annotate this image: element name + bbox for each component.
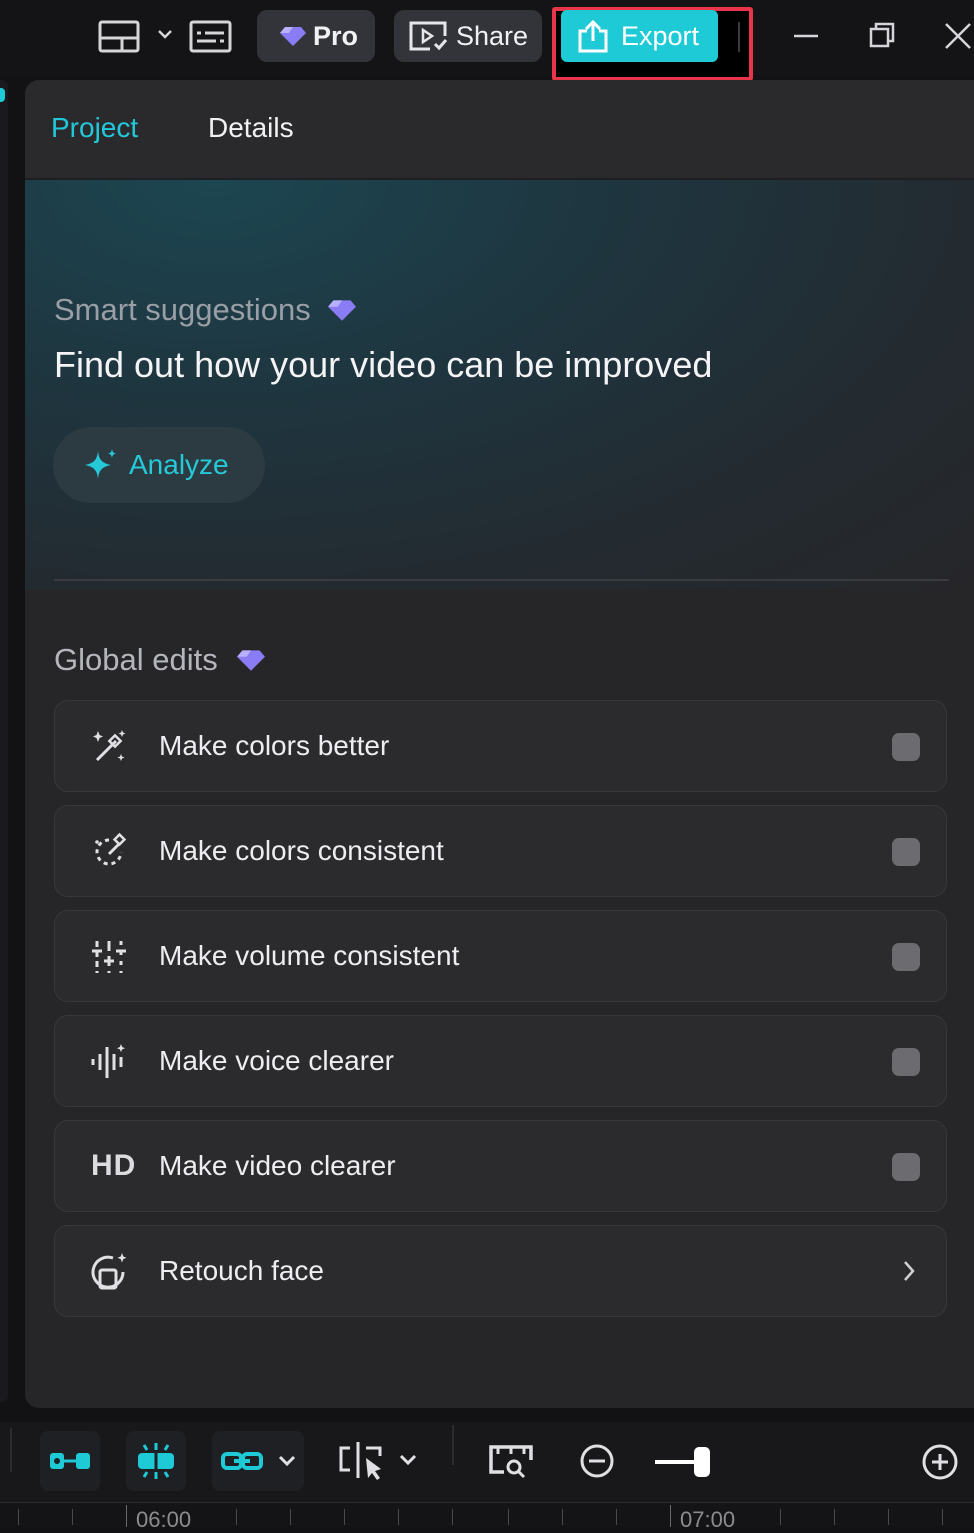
link-icon — [221, 1452, 263, 1470]
analyze-label: Analyze — [129, 449, 229, 480]
toggle-colors-consistent[interactable] — [892, 838, 920, 866]
left-panel-edge — [0, 80, 8, 1402]
edit-label: Make volume consistent — [159, 940, 460, 971]
ruler-tick — [780, 1509, 781, 1525]
ruler-tick — [616, 1509, 617, 1525]
export-button[interactable]: Export — [561, 10, 718, 62]
snap-icon — [138, 1443, 174, 1479]
zoom-in-icon[interactable] — [920, 1442, 960, 1482]
left-panel-indicator — [0, 88, 5, 102]
linkage-button[interactable] — [212, 1431, 304, 1491]
global-edits-heading: Global edits — [54, 642, 266, 678]
select-tool-icon[interactable] — [338, 1440, 384, 1484]
ruler-tick — [834, 1509, 835, 1525]
section-divider — [54, 579, 949, 581]
tab-details[interactable]: Details — [208, 112, 294, 144]
zoom-out-icon[interactable] — [578, 1442, 616, 1480]
edit-row-retouch-face[interactable]: Retouch face — [54, 1225, 947, 1317]
toolbar-separator — [452, 1425, 454, 1465]
toggle-voice-clearer[interactable] — [892, 1048, 920, 1076]
edit-label: Make colors consistent — [159, 835, 444, 866]
edit-row-video-clearer[interactable]: HD Make video clearer — [54, 1120, 947, 1212]
toolbar-separator — [10, 1428, 12, 1472]
captions-icon[interactable] — [189, 20, 232, 53]
chevron-right-icon — [904, 1261, 915, 1281]
color-match-icon — [95, 832, 127, 866]
ruler-tick — [72, 1509, 73, 1525]
tab-project[interactable]: Project — [51, 112, 138, 144]
zoom-slider[interactable] — [652, 1444, 714, 1480]
diamond-icon — [280, 27, 306, 46]
minimize-icon[interactable] — [786, 16, 826, 56]
ruler-tick — [344, 1509, 345, 1525]
ruler-tick — [670, 1505, 671, 1527]
toggle-colors-better[interactable] — [892, 733, 920, 761]
chevron-down-icon[interactable] — [156, 26, 174, 42]
sliders-icon — [92, 941, 126, 973]
toggle-volume-consistent[interactable] — [892, 943, 920, 971]
pro-label: Pro — [313, 20, 359, 51]
ruler-tick — [452, 1509, 453, 1525]
voice-wave-icon — [91, 1044, 125, 1078]
magnet-link-icon — [50, 1453, 90, 1469]
timeline-ruler[interactable]: 06:00 07:00 — [0, 1502, 974, 1532]
chevron-down-icon[interactable] — [278, 1454, 296, 1468]
edit-label: Make voice clearer — [159, 1045, 394, 1076]
diamond-icon — [236, 650, 265, 671]
edit-row-colors-better[interactable]: Make colors better — [54, 700, 947, 792]
ruler-tick — [888, 1509, 889, 1525]
ruler-label: 07:00 — [680, 1507, 736, 1532]
ruler-tick — [126, 1505, 127, 1527]
preview-zoom-icon[interactable] — [488, 1444, 534, 1480]
panel-tabs: Project Details — [25, 80, 974, 180]
share-label: Share — [456, 20, 529, 51]
ruler-tick — [562, 1509, 563, 1525]
chevron-down-icon[interactable] — [398, 1452, 418, 1468]
ruler-tick — [236, 1509, 237, 1525]
export-label: Export — [621, 20, 700, 51]
project-panel: Project Details Smart suggestions Find o… — [25, 80, 974, 1408]
ruler-tick — [18, 1509, 19, 1525]
layout-icon[interactable] — [98, 20, 140, 53]
smart-suggestions-heading: Smart suggestions — [54, 292, 357, 328]
smart-suggestions-subtitle: Find out how your video can be improved — [54, 344, 713, 385]
hd-icon: HD — [91, 1149, 137, 1182]
ruler-tick — [942, 1509, 943, 1525]
upload-icon — [578, 19, 608, 53]
title-bar: Pro Share Export — [0, 0, 974, 81]
ruler-label: 06:00 — [136, 1507, 192, 1532]
ruler-tick — [290, 1509, 291, 1525]
edit-label: Make video clearer — [159, 1150, 396, 1181]
share-button[interactable]: Share — [394, 10, 542, 62]
edit-row-voice-clearer[interactable]: Make voice clearer — [54, 1015, 947, 1107]
main-track-magnet-button[interactable] — [40, 1431, 100, 1491]
share-screen-icon — [409, 21, 448, 51]
edit-row-colors-consistent[interactable]: Make colors consistent — [54, 805, 947, 897]
restore-icon[interactable] — [862, 16, 902, 56]
edit-label: Make colors better — [159, 730, 390, 761]
face-retouch-icon — [91, 1253, 127, 1290]
global-edits-title: Global edits — [54, 642, 218, 677]
edit-row-volume-consistent[interactable]: Make volume consistent — [54, 910, 947, 1002]
pro-button[interactable]: Pro — [257, 10, 375, 62]
smart-suggestions-title: Smart suggestions — [54, 292, 311, 327]
ruler-tick — [508, 1509, 509, 1525]
analyze-button[interactable]: Analyze — [53, 427, 265, 503]
edit-label: Retouch face — [159, 1255, 324, 1286]
diamond-icon — [327, 300, 356, 321]
sparkle-icon — [85, 449, 116, 479]
toolbar-divider — [738, 22, 740, 52]
magic-wand-icon — [93, 730, 126, 762]
auto-snap-button[interactable] — [126, 1431, 186, 1491]
ruler-tick — [398, 1509, 399, 1525]
toggle-video-clearer[interactable] — [892, 1153, 920, 1181]
close-icon[interactable] — [938, 16, 974, 56]
